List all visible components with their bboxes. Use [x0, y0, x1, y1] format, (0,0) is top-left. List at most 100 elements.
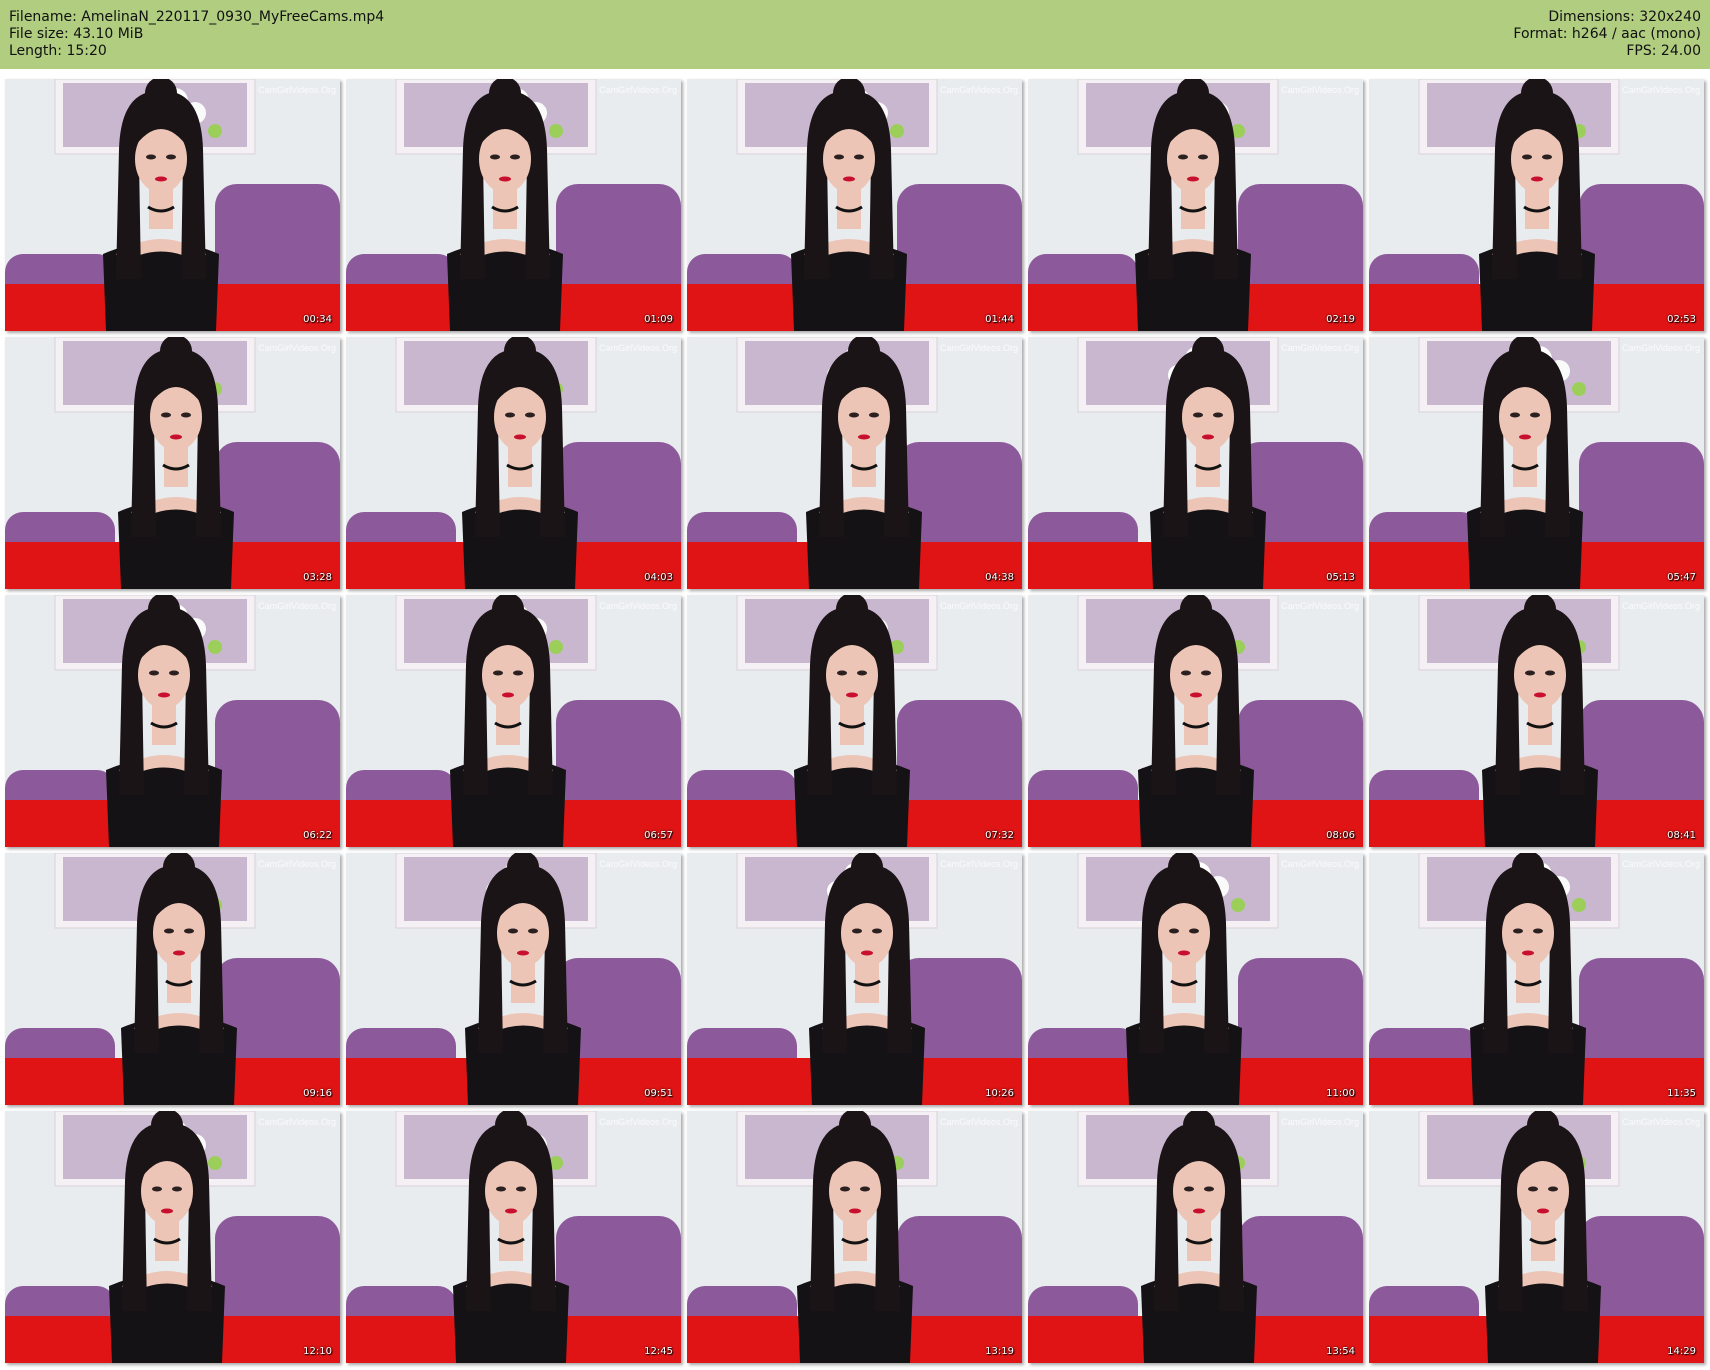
frame-image: [687, 853, 1022, 1105]
timestamp-label: 02:19: [1326, 314, 1355, 325]
timestamp-label: 05:13: [1326, 572, 1355, 583]
timestamp-label: 08:41: [1667, 830, 1696, 841]
timestamp-label: 06:57: [644, 830, 673, 841]
video-thumbnail: CamGirlVideos.Org 06:57: [346, 595, 681, 847]
frame-image: [346, 337, 681, 589]
watermark-text: CamGirlVideos.Org: [599, 85, 677, 95]
video-thumbnail: CamGirlVideos.Org 13:54: [1028, 1111, 1363, 1363]
timestamp-label: 13:54: [1326, 1346, 1355, 1357]
frame-image: [1369, 79, 1704, 331]
video-thumbnail: CamGirlVideos.Org 12:10: [5, 1111, 340, 1363]
watermark-text: CamGirlVideos.Org: [940, 601, 1018, 611]
watermark-text: CamGirlVideos.Org: [940, 1117, 1018, 1127]
video-thumbnail: CamGirlVideos.Org 06:22: [5, 595, 340, 847]
watermark-text: CamGirlVideos.Org: [258, 85, 336, 95]
timestamp-label: 01:44: [985, 314, 1014, 325]
frame-image: [346, 595, 681, 847]
video-thumbnail: CamGirlVideos.Org 11:35: [1369, 853, 1704, 1105]
timestamp-label: 07:32: [985, 830, 1014, 841]
video-thumbnail: CamGirlVideos.Org 09:51: [346, 853, 681, 1105]
watermark-text: CamGirlVideos.Org: [1281, 601, 1359, 611]
frame-image: [5, 1111, 340, 1363]
watermark-text: CamGirlVideos.Org: [258, 601, 336, 611]
timestamp-label: 06:22: [303, 830, 332, 841]
watermark-text: CamGirlVideos.Org: [1281, 859, 1359, 869]
watermark-text: CamGirlVideos.Org: [599, 343, 677, 353]
video-thumbnail: CamGirlVideos.Org 01:09: [346, 79, 681, 331]
frame-image: [346, 1111, 681, 1363]
timestamp-label: 02:53: [1667, 314, 1696, 325]
fps-text: FPS: 24.00: [1626, 43, 1701, 59]
timestamp-label: 11:00: [1326, 1088, 1355, 1099]
video-thumbnail: CamGirlVideos.Org 04:38: [687, 337, 1022, 589]
video-thumbnail: CamGirlVideos.Org 02:19: [1028, 79, 1363, 331]
frame-image: [5, 79, 340, 331]
timestamp-label: 01:09: [644, 314, 673, 325]
timestamp-label: 10:26: [985, 1088, 1014, 1099]
thumbnail-grid: CamGirlVideos.Org 00:34 CamGirlVideos.Org 0…: [0, 75, 1710, 1365]
frame-image: [687, 337, 1022, 589]
frame-image: [5, 595, 340, 847]
frame-image: [1369, 595, 1704, 847]
watermark-text: CamGirlVideos.Org: [258, 343, 336, 353]
video-thumbnail: CamGirlVideos.Org 00:34: [5, 79, 340, 331]
frame-image: [346, 79, 681, 331]
watermark-text: CamGirlVideos.Org: [1622, 601, 1700, 611]
frame-image: [1369, 853, 1704, 1105]
timestamp-label: 14:29: [1667, 1346, 1696, 1357]
video-thumbnail: CamGirlVideos.Org 03:28: [5, 337, 340, 589]
timestamp-label: 09:51: [644, 1088, 673, 1099]
watermark-text: CamGirlVideos.Org: [1281, 1117, 1359, 1127]
watermark-text: CamGirlVideos.Org: [940, 343, 1018, 353]
info-header: Filename: AmelinaN_220117_0930_MyFreeCam…: [0, 0, 1710, 69]
timestamp-label: 13:19: [985, 1346, 1014, 1357]
video-thumbnail: CamGirlVideos.Org 07:32: [687, 595, 1022, 847]
video-thumbnail: CamGirlVideos.Org 01:44: [687, 79, 1022, 331]
watermark-text: CamGirlVideos.Org: [258, 1117, 336, 1127]
file-info-right: Dimensions: 320x240 Format: h264 / aac (…: [1513, 9, 1701, 60]
video-thumbnail: CamGirlVideos.Org 10:26: [687, 853, 1022, 1105]
timestamp-label: 04:38: [985, 572, 1014, 583]
frame-image: [5, 337, 340, 589]
watermark-text: CamGirlVideos.Org: [1622, 1117, 1700, 1127]
video-thumbnail: CamGirlVideos.Org 14:29: [1369, 1111, 1704, 1363]
timestamp-label: 09:16: [303, 1088, 332, 1099]
video-thumbnail: CamGirlVideos.Org 12:45: [346, 1111, 681, 1363]
video-thumbnail: CamGirlVideos.Org 13:19: [687, 1111, 1022, 1363]
frame-image: [1369, 337, 1704, 589]
watermark-text: CamGirlVideos.Org: [1622, 343, 1700, 353]
watermark-text: CamGirlVideos.Org: [940, 85, 1018, 95]
frame-image: [687, 1111, 1022, 1363]
timestamp-label: 12:45: [644, 1346, 673, 1357]
watermark-text: CamGirlVideos.Org: [258, 859, 336, 869]
frame-image: [346, 853, 681, 1105]
frame-image: [687, 595, 1022, 847]
timestamp-label: 12:10: [303, 1346, 332, 1357]
dimensions-text: Dimensions: 320x240: [1548, 9, 1701, 25]
watermark-text: CamGirlVideos.Org: [940, 859, 1018, 869]
frame-image: [1028, 337, 1363, 589]
file-info-left: Filename: AmelinaN_220117_0930_MyFreeCam…: [9, 9, 384, 60]
timestamp-label: 05:47: [1667, 572, 1696, 583]
frame-image: [687, 79, 1022, 331]
filesize-text: File size: 43.10 MiB: [9, 26, 144, 42]
frame-image: [1028, 853, 1363, 1105]
timestamp-label: 00:34: [303, 314, 332, 325]
timestamp-label: 03:28: [303, 572, 332, 583]
timestamp-label: 04:03: [644, 572, 673, 583]
watermark-text: CamGirlVideos.Org: [1622, 859, 1700, 869]
timestamp-label: 11:35: [1667, 1088, 1696, 1099]
watermark-text: CamGirlVideos.Org: [599, 1117, 677, 1127]
filename-text: Filename: AmelinaN_220117_0930_MyFreeCam…: [9, 9, 385, 25]
video-thumbnail: CamGirlVideos.Org 05:47: [1369, 337, 1704, 589]
video-thumbnail: CamGirlVideos.Org 02:53: [1369, 79, 1704, 331]
format-text: Format: h264 / aac (mono): [1513, 26, 1701, 42]
frame-image: [1028, 79, 1363, 331]
video-thumbnail: CamGirlVideos.Org 11:00: [1028, 853, 1363, 1105]
frame-image: [5, 853, 340, 1105]
watermark-text: CamGirlVideos.Org: [1281, 85, 1359, 95]
video-thumbnail: CamGirlVideos.Org 08:06: [1028, 595, 1363, 847]
frame-image: [1369, 1111, 1704, 1363]
watermark-text: CamGirlVideos.Org: [1281, 343, 1359, 353]
frame-image: [1028, 595, 1363, 847]
